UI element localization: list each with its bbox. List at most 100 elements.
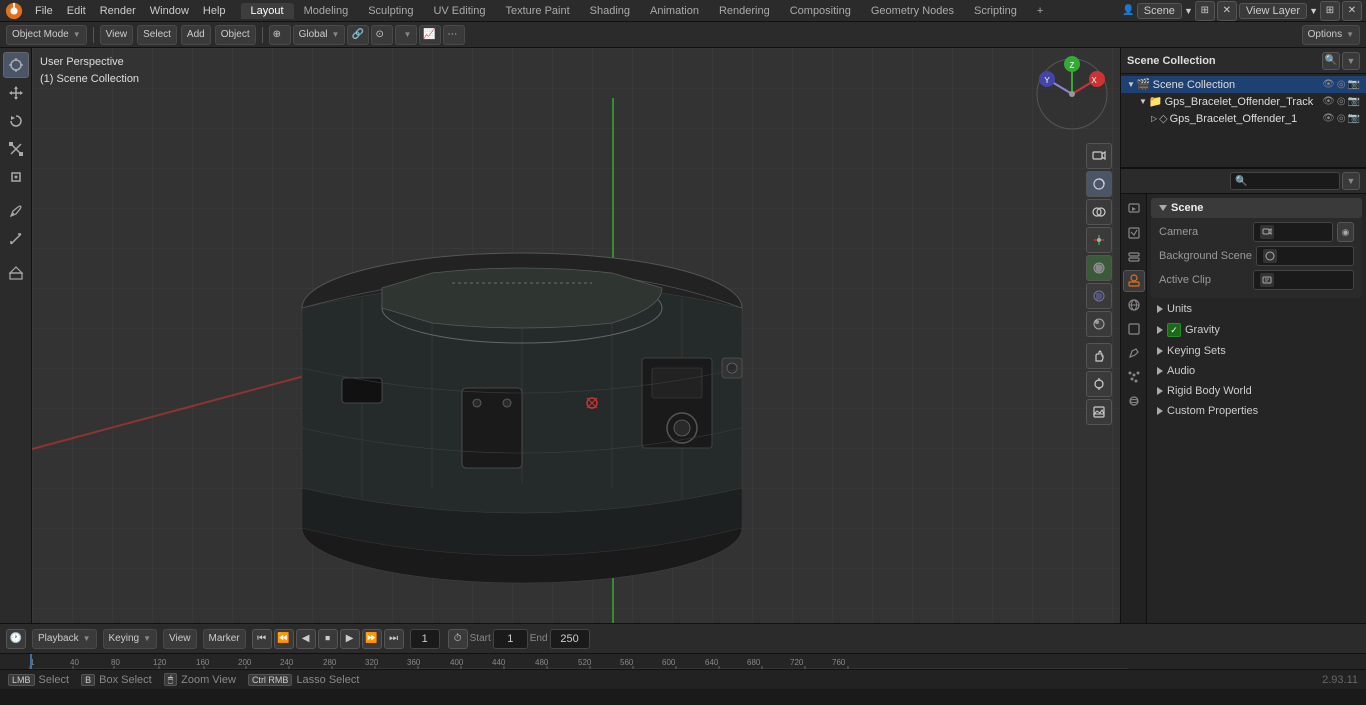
add-primitive-tool[interactable] [3,260,29,286]
outliner-item-bracelet-track[interactable]: ▼ 📁 Gps_Bracelet_Offender_Track 👁 ◎ 📷 [1121,93,1366,110]
jump-to-end-btn[interactable]: ⏭ [384,629,404,649]
image-icon[interactable] [1086,399,1112,425]
menu-edit[interactable]: Edit [60,3,93,19]
timeline-ruler[interactable]: 1 40 80 120 160 200 240 280 320 360 400 … [0,653,1366,669]
stop-btn[interactable]: ⏹ [318,629,338,649]
cursor-tool[interactable] [3,52,29,78]
scene-section-header[interactable]: Scene [1151,198,1362,218]
rigid-body-header[interactable]: Rigid Body World [1151,382,1362,400]
menu-render[interactable]: Render [93,3,143,19]
add-menu-btn[interactable]: Add [181,25,211,45]
render-icon[interactable]: 📷 [1348,79,1360,90]
scale-tool[interactable] [3,136,29,162]
scene-options-btn[interactable]: ✕ [1217,1,1237,21]
tab-scripting[interactable]: Scripting [964,3,1027,19]
current-frame-display[interactable]: 1 [410,629,440,649]
camera-value[interactable] [1253,222,1333,242]
viewport-shading-rendered[interactable] [1086,311,1112,337]
select-menu-btn[interactable]: Select [137,25,177,45]
time-icon[interactable]: ⏱ [448,629,468,649]
outliner-filter-icon[interactable]: ▼ [1342,52,1360,70]
tab-sculpting[interactable]: Sculpting [358,3,423,19]
viewport-3d[interactable]: User Perspective (1) Scene Collection X … [32,48,1120,623]
menu-file[interactable]: File [28,3,60,19]
play-reverse-btn[interactable]: ◀ [296,629,316,649]
rotate-tool[interactable] [3,108,29,134]
film-camera-icon[interactable] [1086,371,1112,397]
object-props-icon[interactable] [1123,318,1145,340]
hand-tool-icon[interactable] [1086,343,1112,369]
marker-dropdown[interactable]: Marker [203,629,246,649]
prev-frame-btn[interactable]: ⏪ [274,629,294,649]
play-btn[interactable]: ▶ [340,629,360,649]
b1-render-icon[interactable]: 📷 [1348,113,1360,124]
tab-layout[interactable]: Layout [241,3,294,19]
render-props-icon[interactable] [1123,198,1145,220]
gizmo-icon[interactable] [1086,227,1112,253]
menu-help[interactable]: Help [196,3,233,19]
start-frame-input[interactable]: 1 [493,629,528,649]
scene-selector[interactable]: Scene [1137,3,1182,19]
eye-icon[interactable]: 👁 [1322,79,1335,90]
scene-props-icon[interactable] [1123,270,1145,292]
world-props-icon[interactable] [1123,294,1145,316]
snap-btn[interactable]: 🔗 [347,25,369,45]
track-select-icon[interactable]: ◎ [1337,96,1346,107]
shading-mode-icon[interactable] [1086,171,1112,197]
viewport-shading-material[interactable] [1086,283,1112,309]
props-filter-icon[interactable]: ▼ [1342,172,1360,190]
playback-dropdown[interactable]: Playback ▼ [32,629,97,649]
tab-shading[interactable]: Shading [580,3,640,19]
navigation-gizmo[interactable]: X Y Z [1032,54,1112,134]
tab-animation[interactable]: Animation [640,3,709,19]
units-header[interactable]: Units [1151,300,1362,318]
keying-sets-header[interactable]: Keying Sets [1151,342,1362,360]
outliner-item-bracelet-1[interactable]: ▷ ◇ Gps_Bracelet_Offender_1 👁 ◎ 📷 [1121,110,1366,127]
transform-icon-btn[interactable]: ⊕ [269,25,291,45]
tab-uv-editing[interactable]: UV Editing [423,3,495,19]
view-layer-options-btn[interactable]: ✕ [1342,1,1362,21]
tab-rendering[interactable]: Rendering [709,3,780,19]
menu-window[interactable]: Window [143,3,196,19]
track-eye-icon[interactable]: 👁 [1322,96,1335,107]
jump-to-start-btn[interactable]: ⏮ [252,629,272,649]
next-frame-btn[interactable]: ⏩ [362,629,382,649]
select-icon[interactable]: ◎ [1337,79,1346,90]
particles-props-icon[interactable] [1123,366,1145,388]
outliner-search-icon[interactable]: 🔍 [1322,52,1340,70]
object-mode-dropdown[interactable]: Object Mode ▼ [6,25,87,45]
overlay-icon[interactable] [1086,199,1112,225]
camera-eyedropper-btn[interactable]: ◉ [1337,222,1354,242]
tab-geometry-nodes[interactable]: Geometry Nodes [861,3,964,19]
audio-header[interactable]: Audio [1151,362,1362,380]
camera-perspective-icon[interactable] [1086,143,1112,169]
modifier-props-icon[interactable] [1123,342,1145,364]
timeline-mode-icon[interactable]: 🕐 [6,629,26,649]
track-render-icon[interactable]: 📷 [1348,96,1360,107]
b1-eye-icon[interactable]: 👁 [1322,113,1335,124]
scene-expand-btn[interactable]: ⊞ [1195,1,1215,21]
gravity-header[interactable]: ✓ Gravity [1151,320,1362,340]
tab-modeling[interactable]: Modeling [294,3,359,19]
options-dropdown[interactable]: Options ▼ [1302,25,1360,45]
view-menu-btn[interactable]: View [100,25,134,45]
measure-tool[interactable] [3,226,29,252]
background-scene-value[interactable] [1256,246,1354,266]
active-clip-value[interactable] [1253,270,1354,290]
scene-collection-item[interactable]: ▼ 🎬 Scene Collection 👁 ◎ 📷 [1121,76,1366,93]
annotate-tool[interactable] [3,198,29,224]
view-layer-props-icon[interactable] [1123,246,1145,268]
gravity-checkbox[interactable]: ✓ [1167,323,1181,337]
end-frame-input[interactable]: 250 [550,629,590,649]
view-layer-selector[interactable]: View Layer [1239,3,1307,19]
tab-texture-paint[interactable]: Texture Paint [495,3,579,19]
custom-props-header[interactable]: Custom Properties [1151,402,1362,420]
proportional-btn[interactable]: ⊙ [371,25,393,45]
view-dropdown-timeline[interactable]: View [163,629,197,649]
tab-compositing[interactable]: Compositing [780,3,861,19]
viewport-shading-solid[interactable] [1086,255,1112,281]
object-menu-btn[interactable]: Object [215,25,256,45]
proportional-dropdown[interactable]: ▼ [395,25,417,45]
physics-props-icon[interactable] [1123,390,1145,412]
props-search-icon[interactable]: 🔍 [1230,172,1340,190]
